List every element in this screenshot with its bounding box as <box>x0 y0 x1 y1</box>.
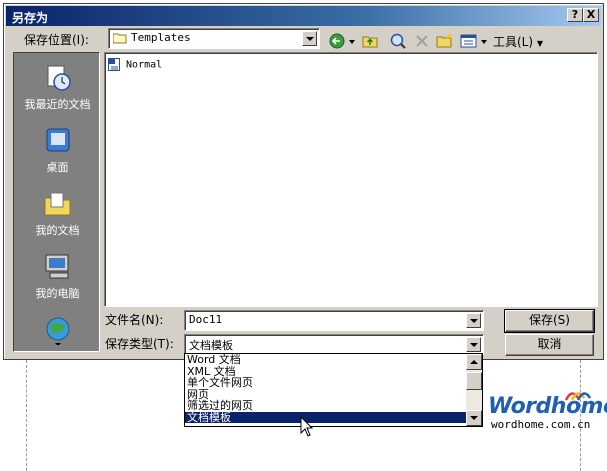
filename-value: Doc11 <box>189 313 223 326</box>
place-label: 我最近的文档 <box>24 98 91 111</box>
up-folder-icon[interactable] <box>362 31 380 51</box>
search-web-icon[interactable] <box>389 31 407 51</box>
logo-url: wordhome.com.cn <box>491 418 591 431</box>
place-my-computer[interactable]: 我的电脑 <box>14 252 101 301</box>
close-button[interactable]: X <box>583 8 599 22</box>
file-item[interactable]: Normal <box>108 58 162 71</box>
views-icon[interactable] <box>460 31 490 51</box>
scroll-thumb[interactable] <box>466 372 482 390</box>
place-label: 桌面 <box>46 161 69 174</box>
chevron-down-icon: ▼ <box>536 39 544 48</box>
filetype-dropdown-list[interactable]: Word 文档 XML 文档 单个文件网页 网页 筛选过的网页 文档模板 <box>184 353 483 427</box>
file-list[interactable]: Normal <box>104 52 598 307</box>
back-icon[interactable] <box>328 31 358 51</box>
filetype-value: 文档模板 <box>189 339 233 352</box>
tools-menu[interactable]: 工具(L) ▼ <box>493 33 543 50</box>
file-name: Normal <box>126 59 163 71</box>
mouse-cursor-icon <box>300 416 314 437</box>
filename-label: 文件名(N): <box>105 313 164 327</box>
tools-label: 工具(L) <box>493 35 534 49</box>
save-as-dialog: 另存为 ? X 保存位置(I): Templates 工具(L) ▼ 我最近的文… <box>3 3 604 360</box>
places-bar: 我最近的文档 桌面 我的文档 我的电脑 <box>13 52 100 352</box>
chevron-down-icon <box>470 416 478 420</box>
word-document-icon <box>108 58 120 71</box>
chevron-up-icon <box>470 360 478 364</box>
help-button[interactable]: ? <box>567 8 583 22</box>
place-label: 我的电脑 <box>35 287 80 300</box>
logo-text: Wordhome <box>488 394 607 419</box>
place-desktop[interactable]: 桌面 <box>14 126 101 175</box>
my-documents-icon <box>44 192 70 216</box>
save-in-value: Templates <box>131 31 191 44</box>
folder-icon <box>113 33 127 44</box>
chevron-down-icon[interactable] <box>466 313 481 328</box>
title-bar: 另存为 ? X <box>6 6 601 26</box>
place-label: 我的文档 <box>35 224 80 237</box>
network-places-icon <box>46 317 69 345</box>
chevron-down-icon[interactable] <box>466 337 481 352</box>
page-margin-left <box>26 360 27 471</box>
dropdown-scrollbar[interactable] <box>466 354 482 426</box>
filetype-option[interactable]: 单个文件网页 <box>185 377 482 389</box>
save-in-combo[interactable]: Templates <box>108 28 320 49</box>
save-in-label: 保存位置(I): <box>24 33 89 47</box>
place-network[interactable] <box>14 315 101 348</box>
recent-docs-icon <box>47 65 71 91</box>
filetype-select[interactable]: 文档模板 <box>184 334 484 355</box>
desktop-icon <box>46 128 69 152</box>
place-recent-documents[interactable]: 我最近的文档 <box>14 63 101 112</box>
place-my-documents[interactable]: 我的文档 <box>14 189 101 238</box>
delete-icon[interactable] <box>414 31 430 51</box>
scroll-up-button[interactable] <box>466 354 482 370</box>
new-folder-icon[interactable] <box>436 31 454 51</box>
dialog-title: 另存为 <box>12 11 49 25</box>
filetype-option[interactable]: Word 文档 <box>185 354 482 366</box>
my-computer-icon <box>45 254 68 279</box>
cancel-button[interactable]: 取消 <box>505 334 594 356</box>
scroll-down-button[interactable] <box>466 410 482 426</box>
filetype-option[interactable]: 筛选过的网页 <box>185 400 482 412</box>
filename-input[interactable]: Doc11 <box>184 310 484 331</box>
filetype-label: 保存类型(T): <box>105 337 174 351</box>
save-button[interactable]: 保存(S) <box>504 309 595 333</box>
filetype-option-selected[interactable]: 文档模板 <box>185 411 482 423</box>
chevron-down-icon[interactable] <box>302 31 317 46</box>
